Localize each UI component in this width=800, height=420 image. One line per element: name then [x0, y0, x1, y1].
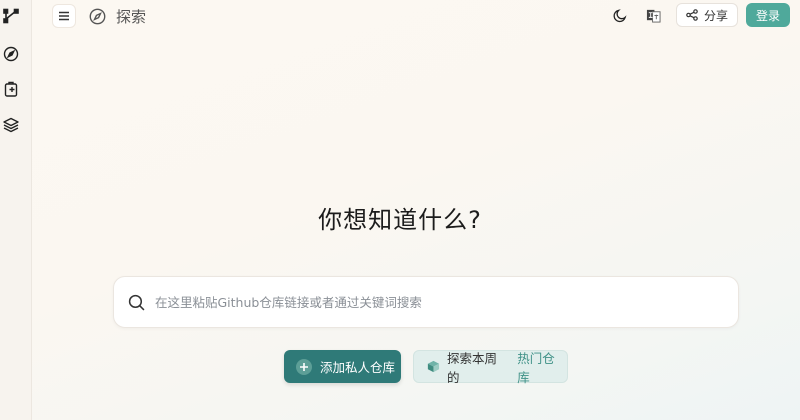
theme-toggle-button[interactable] — [610, 4, 632, 26]
moon-icon — [613, 8, 627, 22]
layers-icon — [3, 117, 19, 133]
hot-repos-highlight: 热门仓库 — [517, 350, 555, 385]
sidebar-item-graph[interactable] — [2, 7, 20, 25]
search-input[interactable] — [155, 294, 715, 310]
book-icon — [427, 360, 440, 373]
add-private-repo-button[interactable]: 添加私人仓库 — [284, 350, 401, 383]
search-icon — [128, 294, 145, 310]
search-box[interactable] — [113, 276, 739, 328]
translate-icon — [647, 9, 661, 23]
sidebar-item-layers[interactable] — [2, 116, 20, 134]
header-right: 分享 登录 — [610, 3, 790, 27]
graph-icon — [3, 8, 19, 24]
menu-button[interactable] — [52, 4, 76, 28]
header-left: 探索 — [52, 4, 146, 28]
explore-hot-repos-button[interactable]: 探索本周的 热门仓库 — [413, 350, 568, 385]
plus-icon — [296, 358, 312, 375]
hot-repos-prefix: 探索本周的 — [446, 350, 497, 385]
language-button[interactable] — [643, 4, 665, 26]
page-title: 探索 — [89, 6, 146, 27]
clipboard-icon — [4, 81, 18, 97]
sidebar-item-clipboard[interactable] — [2, 80, 20, 98]
hamburger-icon — [59, 11, 69, 21]
hero-heading: 你想知道什么? — [318, 206, 482, 234]
sidebar-item-explore[interactable] — [2, 45, 20, 63]
share-icon — [686, 9, 698, 21]
page-title-label: 探索 — [116, 7, 147, 26]
share-button[interactable]: 分享 — [675, 3, 738, 27]
compass-icon — [89, 8, 106, 24]
login-button[interactable]: 登录 — [745, 3, 790, 27]
compass-icon — [3, 46, 19, 62]
add-private-repo-label: 添加私人仓库 — [320, 360, 396, 375]
share-label: 分享 — [703, 8, 728, 23]
